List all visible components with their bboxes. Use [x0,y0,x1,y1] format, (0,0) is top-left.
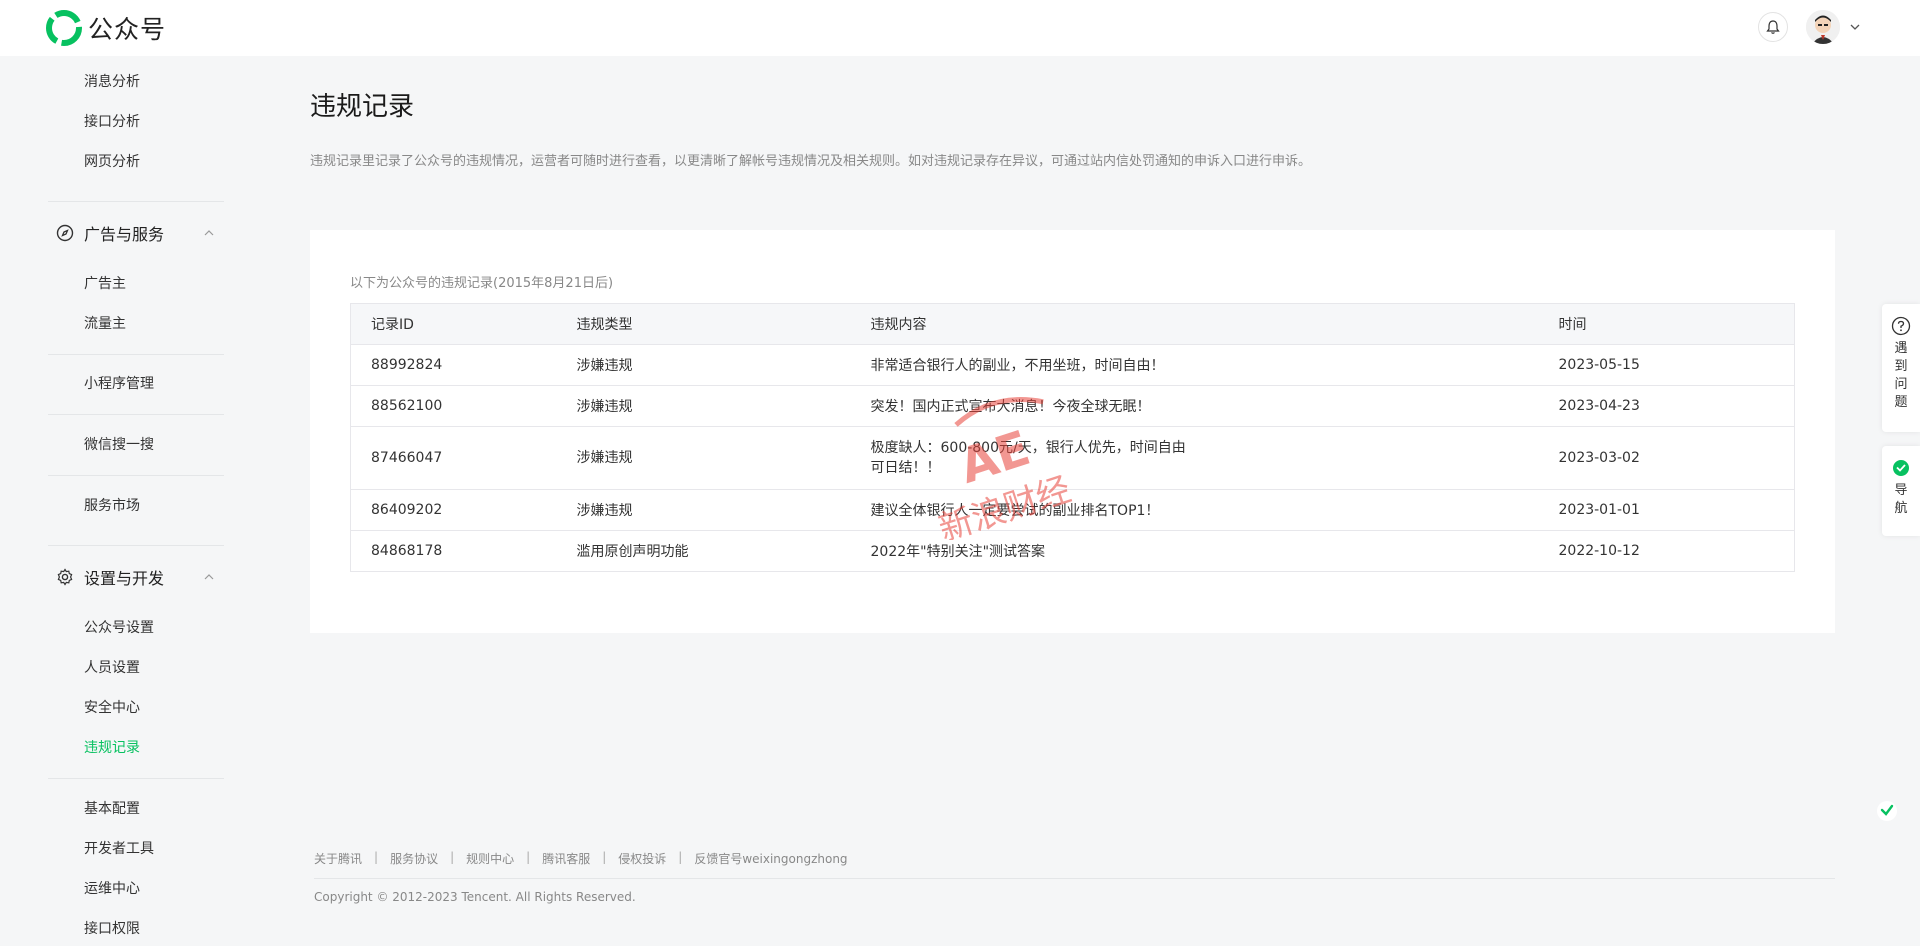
footer-links: 关于腾讯 | 服务协议 | 规则中心 | 腾讯客服 | 侵权投诉 | 反馈官号weixin… [314,850,848,867]
sidebar-group-ads-services[interactable]: 广告与服务 [56,221,224,245]
column-header-time: 时间 [1538,303,1795,345]
cell-id: 86409202 [350,489,557,531]
cell-type: 涉嫌违规 [556,344,851,386]
user-avatar-icon [1806,10,1840,44]
cell-content-wrapper: 极度缺人：600-800元/天，银行人优先，时间自由可日结！！ [850,426,1539,490]
sidebar-item-miniprogram[interactable]: 小程序管理 [84,374,154,394]
cell-content: 2022年"特别关注"测试答案 [850,530,1539,572]
sidebar-group-label: 广告与服务 [84,225,165,244]
violation-table: 记录ID 违规类型 违规内容 时间 88992824 涉嫌违规 非常适合银行人的… [350,303,1795,572]
divider [48,545,224,546]
nav-float-label: 导 航 [1882,482,1920,518]
cell-type: 滥用原创声明功能 [556,530,851,572]
divider [48,778,224,779]
cell-content: 非常适合银行人的副业，不用坐班，时间自由！ [850,344,1539,386]
footer-link-terms[interactable]: 服务协议 [390,850,438,867]
help-char: 题 [1894,395,1908,410]
footer-link-feedback[interactable]: 反馈官号weixingongzhong [694,850,847,867]
cell-id: 88992824 [350,344,557,386]
sidebar-group-label: 设置与开发 [84,569,165,588]
sidebar-item-staff-settings[interactable]: 人员设置 [84,658,140,678]
logo-text: 公众号 [88,15,167,44]
footer-divider [314,878,1835,879]
cell-time: 2023-05-15 [1538,344,1795,386]
sidebar-item-api-permissions[interactable]: 接口权限 [84,919,140,939]
cell-type: 涉嫌违规 [556,426,851,490]
cell-time: 2023-04-23 [1538,385,1795,427]
sidebar-item-security-center[interactable]: 安全中心 [84,698,140,718]
cell-content: 建议全体银行人一定要尝试的副业排名TOP1！ [850,489,1539,531]
help-char: 到 [1894,359,1908,374]
notification-button[interactable] [1758,12,1788,42]
column-header-content: 违规内容 [850,303,1539,345]
table-caption: 以下为公众号的违规记录(2015年8月21日后) [350,276,614,291]
column-header-type: 违规类型 [556,303,851,345]
cell-type: 涉嫌违规 [556,385,851,427]
cell-time: 2022-10-12 [1538,530,1795,572]
chevron-up-icon [204,574,214,580]
footer-link-support[interactable]: 腾讯客服 [542,850,590,867]
table-row: 88992824 涉嫌违规 非常适合银行人的副业，不用坐班，时间自由！ 2023… [350,344,1795,386]
sidebar-item-developer-tools[interactable]: 开发者工具 [84,839,154,859]
footer-link-about[interactable]: 关于腾讯 [314,850,362,867]
violation-records-card: 以下为公众号的违规记录(2015年8月21日后) 记录ID 违规类型 违规内容 … [310,230,1835,633]
cell-id: 87466047 [350,426,557,490]
column-header-id: 记录ID [350,303,557,345]
help-char: 遇 [1894,341,1908,356]
sidebar-item-wechat-search[interactable]: 微信搜一搜 [84,435,154,455]
navigation-float-button[interactable]: 导 航 [1882,446,1920,536]
sidebar-item-publisher[interactable]: 流量主 [84,314,126,334]
cell-type: 涉嫌违规 [556,489,851,531]
green-check-badge-icon [1893,460,1909,476]
table-row: 87466047 涉嫌违规 极度缺人：600-800元/天，银行人优先，时间自由… [350,426,1795,490]
sidebar-item-service-market[interactable]: 服务市场 [84,496,140,516]
sidebar-item-message-analysis[interactable]: 消息分析 [84,72,140,92]
nav-char: 航 [1894,501,1908,516]
cell-id: 84868178 [350,530,557,572]
sidebar-item-advertiser[interactable]: 广告主 [84,274,126,294]
nav-char: 导 [1894,483,1908,498]
cell-time: 2023-01-01 [1538,489,1795,531]
cell-time: 2023-03-02 [1538,426,1795,490]
sidebar-item-violation-records[interactable]: 违规记录 [84,738,140,758]
divider [48,414,224,415]
divider [48,354,224,355]
cell-content: 突发！国内正式宣布大消息！今夜全球无眠！ [850,385,1539,427]
cell-content: 极度缺人：600-800元/天，银行人优先，时间自由可日结！！ [870,440,1186,476]
divider [48,475,224,476]
chevron-up-icon [204,230,214,236]
table-row: 88562100 涉嫌违规 突发！国内正式宣布大消息！今夜全球无眠！ 2023-… [350,385,1795,427]
logo[interactable]: 公众号 [46,10,166,46]
footer-link-rules[interactable]: 规则中心 [466,850,514,867]
sidebar-item-ops-center[interactable]: 运维中心 [84,879,140,899]
compass-icon [56,224,74,242]
bell-icon [1766,20,1780,34]
divider [48,201,224,202]
question-circle-icon [1891,316,1911,336]
wechat-official-account-logo-icon [46,10,82,46]
sidebar: 消息分析 接口分析 网页分析 广告与服务 广告主 流量主 小程序管理 微信搜一搜… [0,56,260,946]
page-description: 违规记录里记录了公众号的违规情况，运营者可随时进行查看，以更清晰了解帐号违规情况… [310,154,1312,169]
sidebar-item-api-analysis[interactable]: 接口分析 [84,112,140,132]
table-header-row: 记录ID 违规类型 违规内容 时间 [350,303,1795,345]
sidebar-item-basic-config[interactable]: 基本配置 [84,799,140,819]
copyright: Copyright © 2012-2023 Tencent. All Right… [314,890,636,904]
help-char: 问 [1894,377,1908,392]
sidebar-item-account-settings[interactable]: 公众号设置 [84,618,154,638]
help-float-button[interactable]: 遇 到 问 题 [1882,304,1920,432]
footer-link-infringement[interactable]: 侵权投诉 [618,850,666,867]
sidebar-item-web-analysis[interactable]: 网页分析 [84,152,140,172]
avatar[interactable] [1806,10,1840,44]
table-row: 84868178 滥用原创声明功能 2022年"特别关注"测试答案 2022-1… [350,530,1795,572]
assistant-check-icon[interactable] [1876,800,1898,822]
table-row: 86409202 涉嫌违规 建议全体银行人一定要尝试的副业排名TOP1！ 202… [350,489,1795,531]
chevron-down-icon[interactable] [1848,20,1862,34]
sidebar-group-settings-dev[interactable]: 设置与开发 [56,565,224,589]
cell-id: 88562100 [350,385,557,427]
gear-icon [57,568,73,586]
top-bar: 公众号 [0,0,1920,56]
page-title: 违规记录 [310,92,415,122]
help-float-label: 遇 到 问 题 [1882,340,1920,412]
